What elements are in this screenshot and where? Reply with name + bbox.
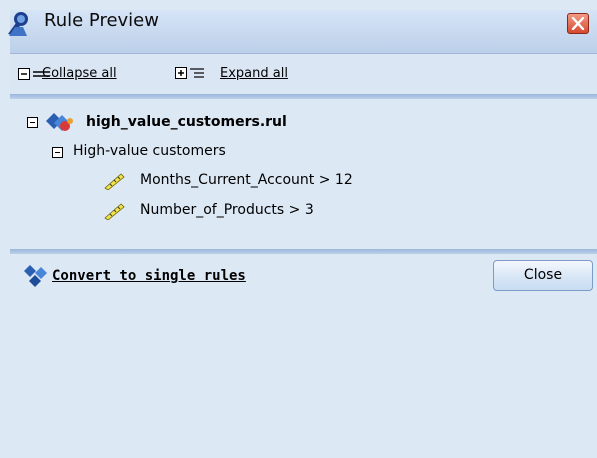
rule-group-label[interactable]: High-value customers xyxy=(73,143,226,159)
close-window-button[interactable] xyxy=(567,13,589,34)
condition-item[interactable]: Number_of_Products > 3 xyxy=(140,202,314,218)
expand-all-icon[interactable] xyxy=(175,66,219,83)
ruleset-icon xyxy=(44,111,78,138)
convert-rules-icon xyxy=(24,263,52,292)
collapse-all-link[interactable]: Collapse all xyxy=(42,66,117,81)
close-button[interactable]: Close xyxy=(493,260,593,291)
group-collapse-toggle[interactable] xyxy=(52,147,63,158)
convert-to-single-rules-link[interactable]: Convert to single rules xyxy=(52,268,246,284)
window-title: Rule Preview xyxy=(44,10,159,31)
condition-ruler-icon xyxy=(103,202,125,223)
rule-preview-icon xyxy=(6,10,34,36)
root-collapse-toggle[interactable] xyxy=(27,117,38,128)
condition-ruler-icon xyxy=(103,172,125,193)
rule-preview-window: Rule Preview Collapse all Expand all hig… xyxy=(0,0,597,458)
condition-item[interactable]: Months_Current_Account > 12 xyxy=(140,172,353,188)
expand-all-link[interactable]: Expand all xyxy=(220,66,288,81)
ruleset-name[interactable]: high_value_customers.rul xyxy=(86,114,287,130)
